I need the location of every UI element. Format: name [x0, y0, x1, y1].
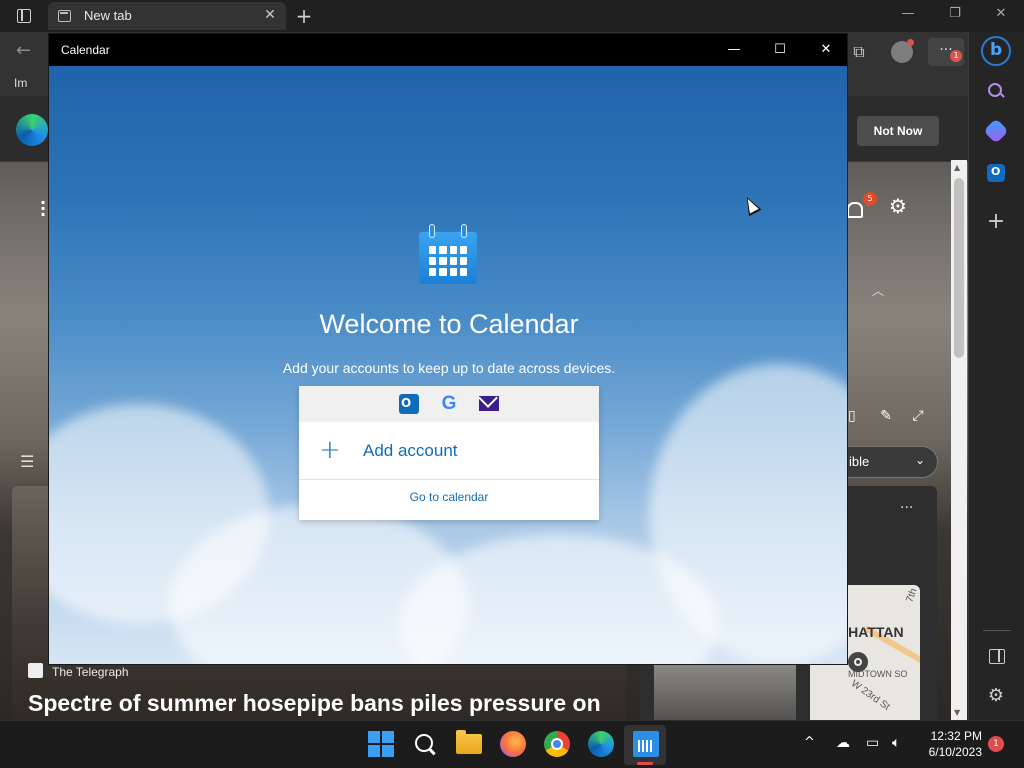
- browser-close-button[interactable]: ✕: [986, 6, 1016, 26]
- file-explorer-icon[interactable]: [456, 730, 482, 754]
- calendar-close-button[interactable]: ✕: [803, 34, 847, 66]
- import-favorites-link[interactable]: Im: [14, 76, 27, 90]
- add-sidebar-app-icon[interactable]: +: [984, 210, 1008, 234]
- taskbar-search-icon[interactable]: [412, 731, 438, 757]
- clock-date[interactable]: 6/10/2023: [916, 745, 982, 759]
- welcome-subtitle: Add your accounts to keep up to date acr…: [282, 360, 616, 376]
- feed-menu-icon[interactable]: ☰: [20, 452, 34, 471]
- cloud-sync-icon[interactable]: ☁: [836, 735, 850, 751]
- edit-icon[interactable]: ✎: [880, 408, 892, 424]
- firefox-icon[interactable]: [500, 731, 526, 757]
- camera-icon: [848, 652, 868, 672]
- chevron-down-icon: ⌄: [914, 453, 925, 467]
- notifications-count-badge: 5: [863, 192, 877, 206]
- calendar-app-icon: [419, 224, 477, 284]
- calendar-minimize-button[interactable]: —: [711, 34, 757, 66]
- tab-label: New tab: [84, 8, 132, 23]
- profile-avatar[interactable]: [888, 38, 916, 66]
- card-more-icon[interactable]: ···: [900, 500, 913, 516]
- news-headline[interactable]: Spectre of summer hosepipe bans piles pr…: [28, 690, 601, 717]
- clock-time[interactable]: 12:32 PM: [916, 729, 982, 743]
- feed-tools: ▯ ✎ ⤢: [848, 408, 938, 428]
- new-tab-button[interactable]: +: [292, 4, 316, 28]
- dropdown-value: ible: [849, 454, 870, 469]
- scroll-up-icon[interactable]: ▲: [954, 163, 960, 172]
- page-settings-gear-icon[interactable]: ⚙: [886, 194, 910, 218]
- sidebar-settings-gear-icon[interactable]: ⚙: [984, 684, 1008, 708]
- telegraph-logo-icon: [28, 663, 43, 678]
- browser-tab-bar: New tab ✕ + — ❐ ✕: [0, 0, 1024, 32]
- traffic-camera-image[interactable]: [654, 664, 796, 720]
- edge-icon[interactable]: [588, 731, 614, 757]
- collapse-chevron-icon[interactable]: ︿: [872, 282, 884, 299]
- tab-page-icon: [58, 10, 71, 22]
- expand-icon[interactable]: ⤢: [912, 408, 923, 424]
- provider-icons-row: G: [299, 386, 599, 422]
- notification-center-badge[interactable]: 1: [988, 736, 1004, 752]
- calendar-titlebar: Calendar — ☐ ✕: [49, 34, 847, 66]
- calendar-maximize-button[interactable]: ☐: [757, 34, 803, 66]
- office-icon[interactable]: [983, 118, 1009, 144]
- edge-logo-icon: [16, 114, 48, 146]
- welcome-heading: Welcome to Calendar: [319, 309, 579, 339]
- search-icon[interactable]: [984, 80, 1008, 104]
- account-card: G + Add account Go to calendar: [299, 386, 599, 520]
- outlook-icon[interactable]: [987, 164, 1005, 182]
- bing-chat-icon[interactable]: [981, 36, 1011, 66]
- add-account-label: Add account: [363, 441, 458, 460]
- plus-icon: +: [319, 435, 341, 465]
- google-icon: G: [441, 393, 457, 414]
- taskbar: ^ ☁ ▭ 🔈︎ 12:32 PM 6/10/2023 1: [0, 720, 1024, 768]
- network-icon[interactable]: ▭: [866, 735, 879, 751]
- page-scrollbar[interactable]: ▲ ▼: [951, 160, 967, 720]
- outlook-icon: [399, 394, 419, 414]
- not-now-button[interactable]: Not Now: [857, 116, 939, 146]
- browser-minimize-button[interactable]: —: [893, 6, 923, 26]
- collections-icon[interactable]: ⧉: [845, 38, 873, 66]
- mail-icon: [479, 396, 499, 411]
- calendar-window-title: Calendar: [61, 43, 110, 57]
- browser-restore-button[interactable]: ❐: [940, 6, 970, 26]
- go-to-calendar-link[interactable]: Go to calendar: [299, 482, 599, 520]
- layout-icon[interactable]: ▯: [848, 408, 856, 424]
- show-hidden-icons-chevron[interactable]: ^: [804, 735, 815, 750]
- start-button-icon[interactable]: [368, 731, 394, 757]
- sidebar-divider: [983, 630, 1011, 631]
- active-app-indicator: [637, 762, 653, 765]
- tab-actions-icon[interactable]: [10, 6, 38, 26]
- news-source: The Telegraph: [52, 665, 129, 679]
- tab-close-icon[interactable]: ✕: [262, 7, 278, 23]
- calendar-icon[interactable]: [633, 731, 659, 757]
- browser-tab-new-tab[interactable]: New tab ✕: [48, 2, 286, 30]
- back-button[interactable]: ←: [16, 40, 40, 64]
- apps-menu-icon[interactable]: · · ·: [40, 195, 46, 223]
- calendar-window: Calendar — ☐ ✕ Welcome to Calendar Add y…: [48, 33, 848, 665]
- chrome-icon[interactable]: [544, 731, 570, 757]
- more-notification-badge: 1: [950, 50, 962, 62]
- scrollbar-thumb[interactable]: [954, 178, 964, 358]
- scroll-down-icon[interactable]: ▼: [954, 708, 960, 717]
- browser-sidebar: + ⚙: [968, 32, 1024, 720]
- add-account-button[interactable]: + Add account: [299, 422, 599, 480]
- volume-icon[interactable]: 🔈︎: [892, 735, 900, 751]
- hide-sidebar-icon[interactable]: [984, 644, 1008, 668]
